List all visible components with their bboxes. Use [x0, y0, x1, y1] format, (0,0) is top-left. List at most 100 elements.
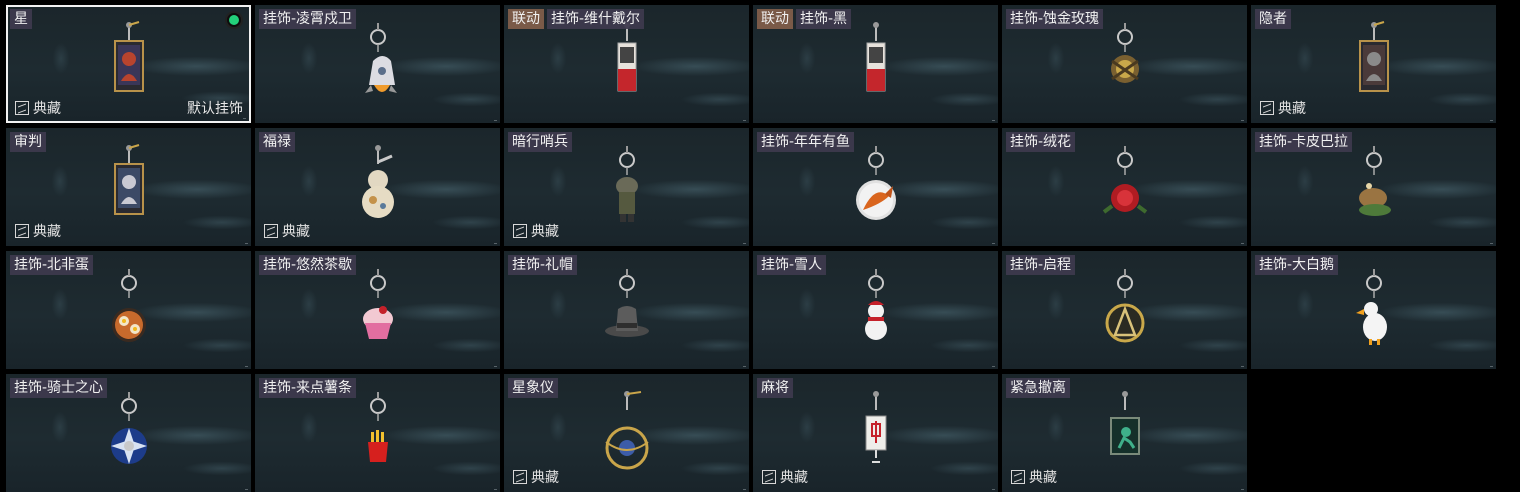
- goose-charm-icon: [1339, 265, 1409, 361]
- charm-tile[interactable]: 暗行哨兵典藏: [504, 128, 749, 246]
- charm-tile[interactable]: 联动 挂饰-维什戴尔: [504, 5, 749, 123]
- orrery-charm-icon: [592, 388, 662, 484]
- charm-grid: 星典藏 默认挂饰 挂饰-凌霄戍卫 联动 挂饰-维什戴尔 联动 挂饰-黑 挂饰-蚀金玫瑰 隐者 典藏…: [6, 5, 1496, 492]
- charm-tile[interactable]: 挂饰-卡皮巴拉: [1251, 128, 1496, 246]
- charm-tile[interactable]: 挂饰-大白鹅: [1251, 251, 1496, 369]
- gold-rose-charm-icon: [1090, 19, 1160, 115]
- default-charm-label: 默认挂饰: [187, 101, 243, 117]
- capybara-charm-icon: [1339, 142, 1409, 238]
- collection-image-icon: [1260, 101, 1274, 115]
- mahjong-tile-charm-icon: [841, 388, 911, 484]
- charm-name: 挂饰-启程: [1006, 255, 1076, 275]
- charm-tags: 挂饰-北非蛋: [10, 255, 94, 275]
- hermit-tarot-card-icon: [1339, 19, 1409, 115]
- red-flower-charm-icon: [1090, 142, 1160, 238]
- charm-tags: 挂饰-卡皮巴拉: [1255, 132, 1353, 152]
- charm-name: 紧急撤离: [1006, 378, 1070, 398]
- charm-name: 挂饰-雪人: [757, 255, 827, 275]
- collection-image-icon: [264, 224, 278, 238]
- charm-tile[interactable]: 挂饰-年年有鱼: [753, 128, 998, 246]
- compass-medal-charm-icon: [1090, 265, 1160, 361]
- charm-tile[interactable]: 麻将典藏: [753, 374, 998, 492]
- charm-tags: 挂饰-来点薯条: [259, 378, 357, 398]
- gourd-charm-icon: [343, 142, 413, 238]
- charm-name: 挂饰-维什戴尔: [547, 9, 645, 29]
- collection-badge: 典藏: [15, 221, 61, 241]
- collection-label: 典藏: [33, 224, 61, 240]
- collab-badge: 联动: [757, 9, 793, 29]
- charm-name: 挂饰-北非蛋: [10, 255, 94, 275]
- charm-tile[interactable]: 星象仪典藏: [504, 374, 749, 492]
- charm-name: 暗行哨兵: [508, 132, 572, 152]
- shakshuka-charm-icon: [94, 265, 164, 361]
- charm-name: 挂饰-骑士之心: [10, 378, 108, 398]
- star-tarot-card-icon: [94, 19, 164, 115]
- charm-name: 星象仪: [508, 378, 558, 398]
- collection-badge: 典藏: [1260, 98, 1306, 118]
- collection-badge: 典藏: [513, 221, 559, 241]
- charm-tags: 星: [10, 9, 32, 29]
- equipped-indicator-icon: [225, 11, 243, 29]
- collection-badge: 典藏: [15, 98, 61, 118]
- charm-tile[interactable]: 挂饰-礼帽: [504, 251, 749, 369]
- cupcake-charm-icon: [343, 265, 413, 361]
- charm-tile[interactable]: 挂饰-启程: [1002, 251, 1247, 369]
- charm-tile[interactable]: 福禄典藏: [255, 128, 500, 246]
- charm-name: 挂饰-凌霄戍卫: [259, 9, 357, 29]
- charm-tags: 挂饰-礼帽: [508, 255, 578, 275]
- rocket-charm-icon: [343, 19, 413, 115]
- charm-tags: 挂饰-启程: [1006, 255, 1076, 275]
- charm-tile[interactable]: 紧急撤离典藏: [1002, 374, 1247, 492]
- top-hat-charm-icon: [592, 265, 662, 361]
- charm-tile[interactable]: 挂饰-雪人: [753, 251, 998, 369]
- collection-image-icon: [15, 101, 29, 115]
- fries-charm-icon: [343, 388, 413, 484]
- collection-label: 典藏: [780, 470, 808, 486]
- charm-tile[interactable]: 挂饰-蚀金玫瑰: [1002, 5, 1247, 123]
- judgement-tarot-card-icon: [94, 142, 164, 238]
- charm-tags: 星象仪: [508, 378, 558, 398]
- charm-tags: 联动 挂饰-黑: [757, 9, 852, 29]
- charm-tile[interactable]: 挂饰-北非蛋: [6, 251, 251, 369]
- charm-name: 福禄: [259, 132, 295, 152]
- charm-tile[interactable]: 挂饰-悠然茶歇: [255, 251, 500, 369]
- charm-tile[interactable]: 挂饰-来点薯条: [255, 374, 500, 492]
- charm-tags: 挂饰-凌霄戍卫: [259, 9, 357, 29]
- charm-name: 挂饰-礼帽: [508, 255, 578, 275]
- collection-label: 典藏: [33, 101, 61, 117]
- charm-tags: 挂饰-雪人: [757, 255, 827, 275]
- charm-tags: 挂饰-骑士之心: [10, 378, 108, 398]
- charm-tags: 挂饰-绒花: [1006, 132, 1076, 152]
- charm-tags: 联动 挂饰-维什戴尔: [508, 9, 645, 29]
- charm-name: 挂饰-黑: [796, 9, 852, 29]
- collection-label: 典藏: [1029, 470, 1057, 486]
- charm-tile[interactable]: 挂饰-骑士之心: [6, 374, 251, 492]
- charm-tile[interactable]: 星典藏 默认挂饰: [6, 5, 251, 123]
- charm-name: 挂饰-年年有鱼: [757, 132, 855, 152]
- charm-tile[interactable]: 隐者典藏: [1251, 5, 1496, 123]
- charm-tile[interactable]: 挂饰-凌霄戍卫: [255, 5, 500, 123]
- collection-label: 典藏: [531, 224, 559, 240]
- snowman-charm-icon: [841, 265, 911, 361]
- charm-tags: 挂饰-蚀金玫瑰: [1006, 9, 1104, 29]
- collection-image-icon: [1011, 470, 1025, 484]
- charm-tags: 审判: [10, 132, 46, 152]
- charm-tags: 隐者: [1255, 9, 1291, 29]
- charm-name: 挂饰-卡皮巴拉: [1255, 132, 1353, 152]
- charm-name: 星: [10, 9, 32, 29]
- charm-tile[interactable]: 挂饰-绒花: [1002, 128, 1247, 246]
- charm-name: 挂饰-悠然茶歇: [259, 255, 357, 275]
- charm-name: 挂饰-来点薯条: [259, 378, 357, 398]
- collection-label: 典藏: [1278, 101, 1306, 117]
- collection-label: 典藏: [531, 470, 559, 486]
- charm-name: 隐者: [1255, 9, 1291, 29]
- charm-tags: 暗行哨兵: [508, 132, 572, 152]
- collection-badge: 典藏: [264, 221, 310, 241]
- charm-tile[interactable]: 联动 挂饰-黑: [753, 5, 998, 123]
- red-white-card-charm-icon: [841, 19, 911, 115]
- knight-heart-charm-icon: [94, 388, 164, 484]
- charm-name: 挂饰-大白鹅: [1255, 255, 1339, 275]
- charm-name: 麻将: [757, 378, 793, 398]
- charm-tags: 挂饰-年年有鱼: [757, 132, 855, 152]
- charm-tile[interactable]: 审判典藏: [6, 128, 251, 246]
